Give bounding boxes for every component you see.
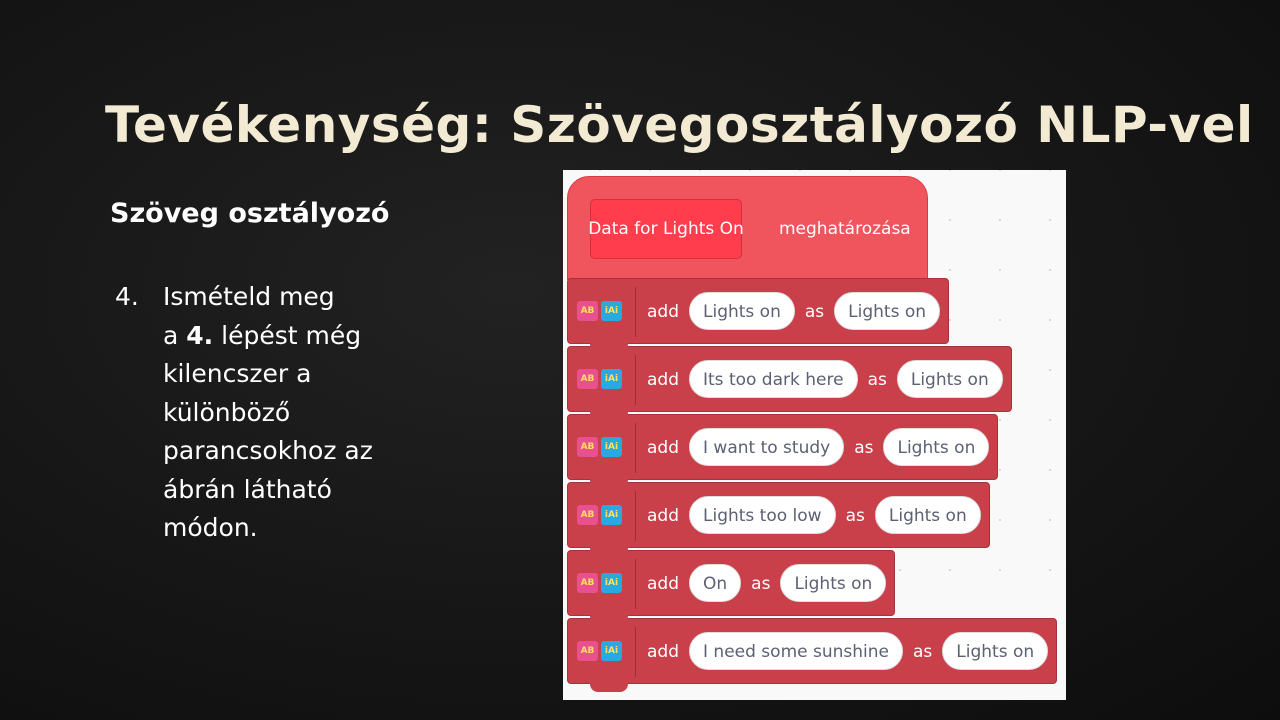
- ab-text-icon: AB: [577, 641, 598, 661]
- ai-text-icon: iAi: [601, 369, 622, 389]
- step-line-part: lépést még: [213, 320, 362, 350]
- add-label: add: [647, 438, 679, 458]
- block-separator: [635, 355, 636, 405]
- add-training-data-block[interactable]: AB iAi add Its too dark here as Lights on: [567, 346, 1012, 420]
- as-label: as: [912, 642, 933, 662]
- step-line: Ismételd meg: [163, 282, 335, 311]
- block-separator: [635, 491, 636, 541]
- ab-text-icon: AB: [577, 301, 598, 321]
- step-bold-number: 4.: [186, 320, 214, 350]
- ai-text-icon: iAi: [601, 641, 622, 661]
- step-line: parancsokhoz az: [163, 436, 373, 465]
- add-training-data-block[interactable]: AB iAi add Lights on as Lights on: [567, 278, 950, 352]
- slide-title: Tevékenység: Szövegosztályozó NLP-vel: [105, 96, 1254, 154]
- ab-text-icon: AB: [577, 369, 598, 389]
- nlp-extension-icon: AB iAi: [577, 505, 627, 527]
- add-label: add: [647, 302, 679, 322]
- block-separator: [635, 287, 636, 337]
- class-input-pill[interactable]: Lights on: [883, 428, 990, 466]
- class-input-pill[interactable]: Lights on: [896, 360, 1003, 398]
- text-input-pill[interactable]: I need some sunshine: [689, 632, 903, 670]
- text-input-pill[interactable]: I want to study: [689, 428, 845, 466]
- add-training-data-block[interactable]: AB iAi add On as Lights on: [567, 550, 896, 624]
- class-input-pill[interactable]: Lights on: [874, 496, 981, 534]
- as-label: as: [845, 506, 865, 526]
- add-label: add: [647, 506, 679, 526]
- block-separator: [635, 627, 636, 677]
- ai-text-icon: iAi: [601, 437, 622, 457]
- block-separator: [635, 423, 636, 473]
- hat-block-label: meghatározása: [779, 219, 911, 239]
- step-line: módon.: [163, 513, 258, 542]
- as-label: as: [867, 370, 887, 390]
- as-label: as: [804, 302, 825, 322]
- add-label: add: [647, 574, 679, 594]
- nlp-extension-icon: AB iAi: [577, 437, 627, 459]
- nlp-extension-icon: AB iAi: [577, 301, 627, 323]
- text-input-pill[interactable]: Its too dark here: [689, 360, 858, 398]
- text-input-pill[interactable]: Lights on: [689, 292, 795, 330]
- step-line: kilencszer a: [163, 359, 312, 388]
- define-data-hat-block[interactable]: Data for Lights On meghatározása: [567, 176, 928, 280]
- add-label: add: [647, 642, 679, 662]
- block-separator: [635, 559, 636, 609]
- nlp-extension-icon: AB iAi: [577, 573, 627, 595]
- blocks-workspace[interactable]: Data for Lights On meghatározása AB iAi ad…: [563, 170, 1066, 700]
- class-input-pill[interactable]: Lights on: [942, 632, 1049, 670]
- step-line: különböző: [163, 397, 291, 427]
- step-line: ábrán látható: [163, 474, 332, 504]
- text-input-pill[interactable]: On: [689, 564, 742, 602]
- text-input-pill[interactable]: Lights too low: [689, 496, 836, 534]
- as-label: as: [854, 438, 874, 458]
- data-reporter-block[interactable]: Data for Lights On: [588, 199, 744, 259]
- add-training-data-block[interactable]: AB iAi add I need some sunshine as Lights on: [567, 618, 1058, 692]
- ai-text-icon: iAi: [601, 301, 622, 321]
- ab-text-icon: AB: [577, 573, 598, 593]
- step-text: Ismételd meg a 4. lépést még kilencszer …: [163, 278, 423, 548]
- add-training-data-block[interactable]: AB iAi add I want to study as Lights on: [567, 414, 999, 488]
- as-label: as: [751, 574, 771, 594]
- add-label: add: [647, 370, 679, 390]
- nlp-extension-icon: AB iAi: [577, 369, 627, 391]
- class-input-pill[interactable]: Lights on: [834, 292, 941, 330]
- ab-text-icon: AB: [577, 505, 598, 525]
- nlp-extension-icon: AB iAi: [577, 641, 627, 663]
- ai-text-icon: iAi: [601, 573, 622, 593]
- class-input-pill[interactable]: Lights on: [780, 564, 887, 602]
- add-training-data-block[interactable]: AB iAi add Lights too low as Lights on: [567, 482, 990, 556]
- step-line: a 4. lépést még: [163, 317, 423, 356]
- ai-text-icon: iAi: [601, 505, 622, 525]
- slide-subtitle: Szöveg osztályozó: [110, 198, 390, 229]
- step-line-part: a: [163, 320, 187, 350]
- ab-text-icon: AB: [577, 437, 598, 457]
- step-number: 4.: [115, 282, 139, 311]
